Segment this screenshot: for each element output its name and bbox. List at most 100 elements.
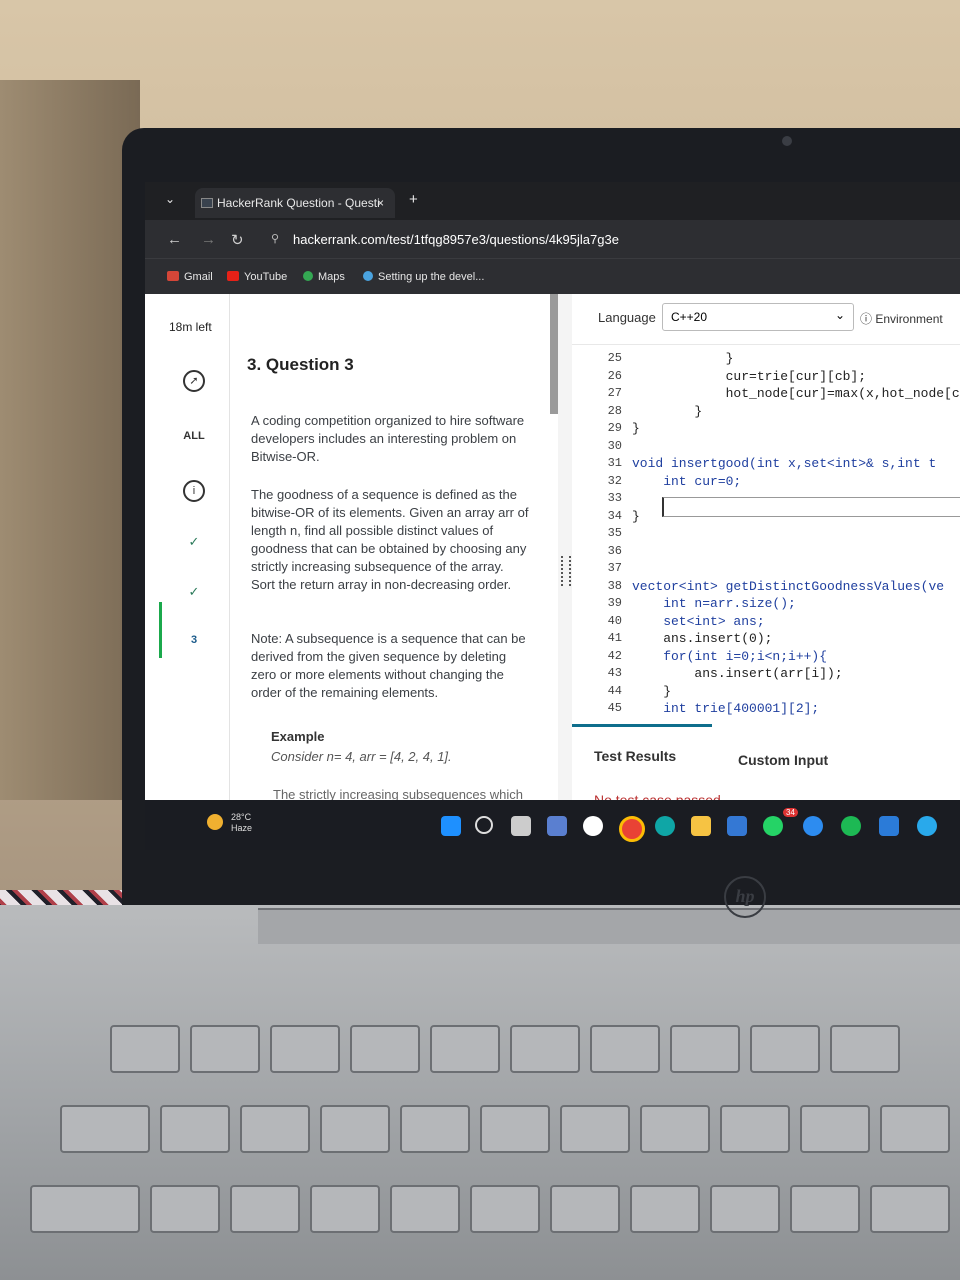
edge-icon[interactable] [655, 816, 675, 836]
code-line[interactable]: } [632, 351, 734, 366]
line-number: 37 [607, 561, 622, 575]
code-line[interactable]: hot_node[cur]=max(x,hot_node[c [632, 386, 960, 401]
browser-tab[interactable]: HackerRank Question - Questi × [195, 188, 395, 218]
line-number: 39 [607, 596, 622, 610]
code-area[interactable]: 25 } 26 cur=trie[cur][cb]; 27 hot_node[cur… [572, 344, 960, 716]
code-line[interactable]: } [632, 684, 671, 699]
code-line[interactable]: for(int i=0;i<n;i++){ [632, 649, 827, 664]
environment-label: Environment [875, 312, 943, 326]
tab-close-icon[interactable]: × [377, 196, 384, 210]
whatsapp-icon[interactable] [763, 816, 783, 836]
code-line[interactable]: int trie[400001][2]; [632, 701, 819, 716]
line-number: 28 [607, 403, 622, 418]
laptop-keyboard-deck [0, 905, 960, 1280]
code-line[interactable]: } [632, 421, 640, 436]
nav-item-all[interactable]: ALL [159, 430, 229, 442]
bookmark-label: Gmail [184, 271, 213, 283]
compass-icon: ➚ [183, 370, 205, 392]
nav-item-question-1-done[interactable]: ✓ [159, 534, 229, 550]
code-line[interactable]: int n=arr.size(); [632, 596, 796, 611]
question-intro: A coding competition organized to hire s… [251, 413, 525, 464]
keyboard-key [670, 1025, 740, 1073]
bookmark-gmail[interactable]: Gmail [167, 271, 213, 283]
bookmark-setting-up[interactable]: Setting up the devel... [363, 271, 484, 283]
line-number: 35 [607, 526, 622, 540]
weather-widget[interactable]: 28°C Haze [231, 812, 252, 834]
background-ledge [0, 80, 140, 800]
line-number: 29 [607, 421, 622, 435]
forward-arrow-icon[interactable]: → [201, 231, 216, 248]
example-text: Consider n= 4, arr = [4, 2, 4, 1]. [271, 749, 452, 764]
bookmark-maps[interactable]: Maps [303, 271, 345, 283]
code-line[interactable]: vector<int> getDistinctGoodnessValues(ve [632, 579, 944, 594]
chrome-icon[interactable] [619, 816, 645, 842]
widgets-icon[interactable] [547, 816, 567, 836]
tab-test-results[interactable]: Test Results [594, 748, 676, 764]
current-line-highlight [662, 497, 960, 517]
tab-list-chevron-icon[interactable]: ⌄ [165, 192, 175, 206]
code-line[interactable]: void insertgood(int x,set<int>& s,int t [632, 456, 936, 471]
line-number: 25 [607, 351, 622, 365]
question-note: Note: A subsequence is a sequence that c… [251, 631, 526, 700]
store-icon[interactable] [727, 816, 747, 836]
keyboard-key [430, 1025, 500, 1073]
gmail-icon [167, 271, 179, 281]
code-line[interactable]: cur=trie[cur][cb]; [632, 369, 866, 384]
keyboard-key [830, 1025, 900, 1073]
code-line[interactable]: int cur=0; [632, 474, 741, 489]
tab-custom-input[interactable]: Custom Input [738, 752, 828, 768]
nav-item-question-2-done[interactable]: ✓ [159, 584, 229, 600]
question-definition: The goodness of a sequence is defined as… [251, 487, 529, 592]
example-heading: Example [271, 729, 325, 744]
code-line[interactable]: } [632, 404, 702, 419]
code-line[interactable]: ans.insert(0); [632, 631, 772, 646]
language-select[interactable]: C++20 ⌄ [662, 303, 854, 331]
keyboard-key [630, 1185, 700, 1233]
reload-icon[interactable]: ↻ [231, 231, 244, 249]
keyboard-key [30, 1185, 140, 1233]
bookmark-label: Maps [318, 271, 345, 283]
code-line[interactable]: ans.insert(arr[i]); [632, 666, 842, 681]
url-field[interactable]: hackerrank.com/test/1tfqg8957e3/question… [293, 232, 619, 247]
hackerrank-favicon-icon [201, 198, 213, 208]
question-panel: 3. Question 3 A coding competition organ… [235, 294, 550, 822]
question-title: 3. Question 3 [247, 355, 354, 374]
windows-taskbar: 28°C Haze 34 [145, 800, 960, 850]
start-windows-icon[interactable] [441, 816, 461, 836]
chevron-down-icon: ⌄ [834, 308, 845, 322]
nav-item-info[interactable]: i [159, 480, 229, 502]
spotify-icon[interactable] [841, 816, 861, 836]
keyboard-key [270, 1025, 340, 1073]
new-tab-button[interactable]: + [409, 191, 418, 208]
code-line[interactable]: } [632, 509, 640, 524]
back-arrow-icon[interactable]: ← [167, 231, 182, 248]
nav-item-coding[interactable]: ➚ [159, 370, 229, 392]
splitter-grip-icon[interactable] [561, 556, 571, 586]
weather-haze-icon [207, 814, 223, 830]
keyboard-key [160, 1105, 230, 1153]
environment-button[interactable]: ⓘ Environment [860, 310, 943, 327]
keyboard-key [510, 1025, 580, 1073]
active-question-indicator [159, 602, 162, 658]
search-icon[interactable] [475, 816, 493, 834]
teams-icon[interactable] [803, 816, 823, 836]
nav-item-question-3[interactable]: 3 [159, 634, 229, 646]
keyboard-key [800, 1105, 870, 1153]
line-number: 44 [607, 683, 622, 698]
line-number: 40 [607, 613, 622, 628]
app-icon[interactable] [583, 816, 603, 836]
question-scrollbar[interactable] [550, 294, 558, 414]
language-value: C++20 [671, 310, 708, 324]
code-line[interactable]: set<int> ans; [632, 614, 764, 629]
bookmarks-bar: Gmail YouTube Maps Setting up the devel.… [145, 258, 960, 295]
line-number: 33 [607, 491, 622, 505]
site-settings-icon[interactable]: ⚲ [271, 232, 279, 245]
telegram-icon[interactable] [917, 816, 937, 836]
bookmark-youtube[interactable]: YouTube [227, 271, 287, 283]
vscode-icon[interactable] [879, 816, 899, 836]
keyboard-key [320, 1105, 390, 1153]
file-explorer-icon[interactable] [691, 816, 711, 836]
hp-logo: hp [724, 876, 766, 918]
task-view-icon[interactable] [511, 816, 531, 836]
language-label: Language [598, 310, 656, 325]
